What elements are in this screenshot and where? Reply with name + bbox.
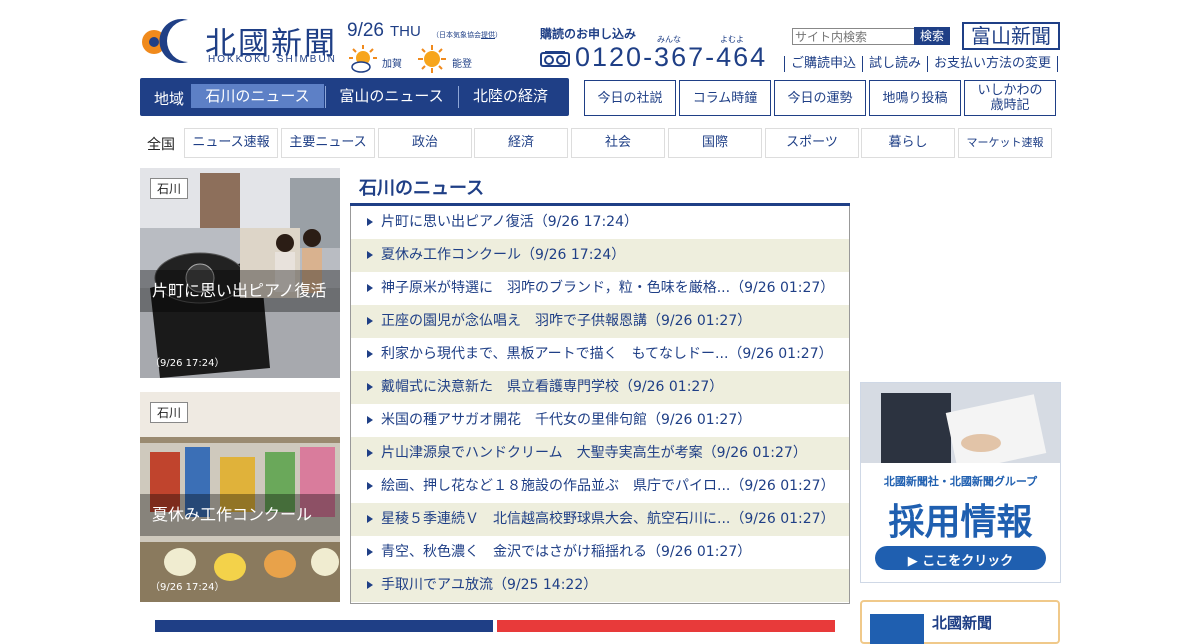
photo-region-tag: 石川 xyxy=(150,178,189,199)
link-divider xyxy=(1057,56,1059,72)
weather-source: （日本気象協会提供） xyxy=(432,31,502,39)
hokkoku-promo-box[interactable]: 北國新聞 xyxy=(860,600,1060,644)
link-editorial[interactable]: 今日の社説 xyxy=(584,80,676,116)
photo-caption[interactable]: 夏休み工作コンクール xyxy=(140,494,340,536)
tab-toyama-news[interactable]: 富山のニュース xyxy=(326,84,457,108)
logo-subtitle: HOKKOKU SHIMBUN xyxy=(208,54,337,65)
promo-thumbnail xyxy=(870,614,924,644)
recruit-ad-banner[interactable]: 北國新聞社・北國新聞グループ 採用情報 ▶ ここをクリック xyxy=(860,382,1061,583)
category-living[interactable]: 暮らし xyxy=(861,128,955,158)
phone-number[interactable]: 0120-367-464 xyxy=(575,42,767,73)
link-horoscope[interactable]: 今日の運勢 xyxy=(774,80,866,116)
search-button[interactable]: 検索 xyxy=(914,27,950,45)
phone-icon xyxy=(540,51,570,67)
category-top-news[interactable]: 主要ニュース xyxy=(281,128,375,158)
link-reader-posts[interactable]: 地鳴り投稿 xyxy=(869,80,961,116)
recruit-ad-click-button[interactable]: ▶ ここをクリック xyxy=(875,550,1046,569)
news-item[interactable]: 片町に思い出ピアノ復活（9/26 17:24） xyxy=(351,206,849,239)
news-item[interactable]: 米国の種アサガオ開花 千代女の里俳句館（9/26 01:27） xyxy=(351,404,849,437)
news-item[interactable]: 戴帽式に決意新た 県立看護専門学校（9/26 01:27） xyxy=(351,371,849,404)
weather-area-kaga: 加賀 xyxy=(382,59,402,70)
category-society[interactable]: 社会 xyxy=(571,128,665,158)
news-item[interactable]: 星稜５季連続Ｖ 北信越高校野球県大会、航空石川に...（9/26 01:27） xyxy=(351,503,849,536)
category-economy[interactable]: 経済 xyxy=(474,128,568,158)
date-value: 9/26 xyxy=(347,20,384,41)
search-input[interactable] xyxy=(792,28,918,45)
category-label-national[interactable]: 全国 xyxy=(147,134,175,154)
link-column-jisho[interactable]: コラム時鐘 xyxy=(679,80,771,116)
news-list-title: 石川のニュース xyxy=(359,178,485,199)
news-item[interactable]: 神子原米が特選に 羽咋のブランド，粒・色味を厳格...（9/26 01:27） xyxy=(351,272,849,305)
news-item[interactable]: 絵画、押し花など１８施設の作品並ぶ 県庁でパイロ...（9/26 01:27） xyxy=(351,470,849,503)
link-ishikawa-almanac[interactable]: いしかわの 歳時記 xyxy=(964,80,1056,116)
sun-cloud-icon xyxy=(349,45,377,73)
link-payment-change[interactable]: お支払い方法の変更 xyxy=(927,56,1057,72)
photo-timestamp: （9/26 17:24） xyxy=(150,358,225,369)
weekday: THU xyxy=(389,23,421,40)
tab-ishikawa-news[interactable]: 石川のニュース xyxy=(191,84,324,108)
bottom-ad-left[interactable] xyxy=(155,620,493,632)
tab-hokuriku-economy[interactable]: 北陸の経済 xyxy=(459,84,562,108)
recruit-ad-title: 採用情報 xyxy=(888,502,1033,543)
photo-tile-piano[interactable]: 石川 片町に思い出ピアノ復活 （9/26 17:24） xyxy=(140,168,340,378)
sun-icon xyxy=(418,45,446,73)
region-nav-label: 地域 xyxy=(154,90,185,108)
photo-region-tag: 石川 xyxy=(150,402,189,423)
logo-mark-icon[interactable] xyxy=(140,16,198,66)
photo-caption[interactable]: 片町に思い出ピアノ復活 xyxy=(140,270,340,312)
news-item[interactable]: 手取川でアユ放流（9/25 14:22） xyxy=(351,569,849,602)
bottom-ad-right[interactable] xyxy=(497,620,835,632)
current-date: 9/26 THU xyxy=(347,20,421,42)
news-item[interactable]: 正座の園児が念仏唱え 羽咋で子供報恩講（9/26 01:27） xyxy=(351,305,849,338)
link-trial[interactable]: 試し読み xyxy=(862,56,927,72)
category-politics[interactable]: 政治 xyxy=(378,128,472,158)
recruit-ad-subtitle: 北國新聞社・北國新聞グループ xyxy=(883,475,1038,488)
link-subscribe[interactable]: ご購読申込 xyxy=(784,56,862,72)
category-sports[interactable]: スポーツ xyxy=(765,128,859,158)
toyama-shimbun-button[interactable]: 富山新聞 xyxy=(962,22,1060,50)
category-market-news[interactable]: マーケット速報 xyxy=(958,128,1052,158)
news-item[interactable]: 青空、秋色濃く 金沢ではさがけ稲揺れる（9/26 01:27） xyxy=(351,536,849,569)
subscription-title: 購読のお申し込み xyxy=(540,27,637,41)
category-breaking-news[interactable]: ニュース速報 xyxy=(184,128,278,158)
subscription-links: ご購読申込 試し読み お支払い方法の変更 xyxy=(784,56,1059,72)
news-item[interactable]: 片山津源泉でハンドクリーム 大聖寺実高生が考案（9/26 01:27） xyxy=(351,437,849,470)
photo-tile-craft-contest[interactable]: 石川 夏休み工作コンクール （9/26 17:24） xyxy=(140,392,340,602)
weather-area-noto: 能登 xyxy=(452,59,472,70)
category-international[interactable]: 国際 xyxy=(668,128,762,158)
weather-source-link[interactable]: 提供 xyxy=(481,31,495,39)
news-item[interactable]: 夏休み工作コンクール（9/26 17:24） xyxy=(351,239,849,272)
photo-timestamp: （9/26 17:24） xyxy=(150,582,225,593)
news-item[interactable]: 利家から現代まで、黒板アートで描く もてなしドー...（9/26 01:27） xyxy=(351,338,849,371)
news-list: 片町に思い出ピアノ復活（9/26 17:24） 夏休み工作コンクール（9/26 … xyxy=(350,206,850,604)
